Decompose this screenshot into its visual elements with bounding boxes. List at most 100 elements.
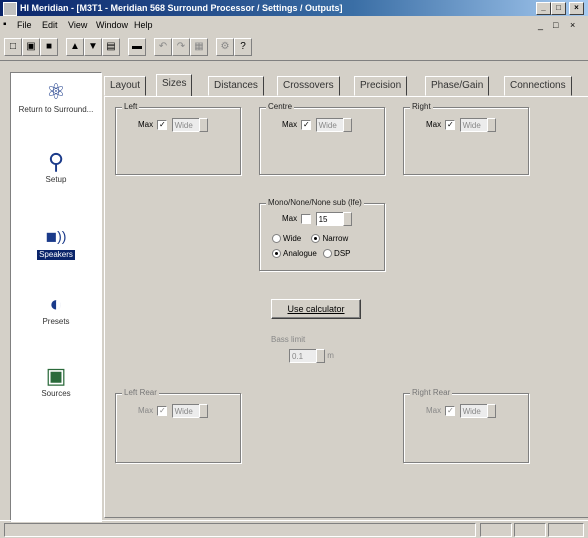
status-pane-2 — [514, 523, 546, 537]
spin-buttons[interactable] — [486, 404, 496, 418]
menu-window[interactable]: Window — [96, 17, 128, 33]
download-icon[interactable]: ▼ — [84, 38, 102, 56]
mdi-icon[interactable]: ▪ — [3, 17, 7, 33]
tab-layout[interactable]: Layout — [104, 76, 147, 96]
unit-label: m — [327, 351, 334, 361]
size-spinbox[interactable]: Wide — [171, 404, 200, 418]
sidebar-item-label: Sources — [41, 389, 71, 398]
size-spinbox[interactable]: Wide — [459, 404, 488, 418]
menu-file[interactable]: File — [17, 17, 32, 33]
max-label: Max — [138, 120, 154, 130]
spin-buttons[interactable] — [316, 349, 325, 363]
print-icon[interactable]: ▤ — [102, 38, 120, 56]
right-rear-speaker-group: Right Rear Max ✓ Wide — [403, 388, 529, 463]
status-pane-3 — [548, 523, 584, 537]
max-label: Max — [426, 120, 442, 130]
device-icon[interactable]: ▬ — [128, 38, 146, 56]
app-icon[interactable] — [3, 2, 17, 16]
tab-sizes[interactable]: Sizes — [156, 74, 193, 96]
max-checkbox[interactable]: ✓ — [157, 120, 168, 130]
redo-icon[interactable]: ↷ — [172, 38, 190, 56]
speaker-return-icon: ⚛ — [46, 79, 66, 104]
max-checkbox[interactable]: ✓ — [301, 120, 312, 130]
settings-icon[interactable]: ⚙ — [216, 38, 234, 56]
close-button[interactable]: × — [569, 2, 584, 15]
analogue-label: Analogue — [283, 249, 317, 258]
wide-radio[interactable] — [272, 234, 281, 244]
max-checkbox[interactable] — [301, 214, 312, 224]
monitor-icon: ▣ — [45, 363, 67, 388]
spin-buttons[interactable] — [342, 118, 352, 132]
max-label: Max — [282, 120, 298, 130]
title-bar: HI Meridian - [M3T1 - Meridian 568 Surro… — [0, 0, 588, 16]
maximize-button[interactable]: □ — [551, 2, 566, 15]
bass-limit-label: Bass limit — [271, 335, 306, 344]
mdi-minimize-button[interactable]: _ — [538, 17, 543, 33]
menu-help[interactable]: Help — [134, 17, 153, 33]
spin-buttons[interactable] — [342, 212, 352, 226]
dsp-label: DSP — [334, 249, 351, 258]
spin-buttons[interactable] — [486, 118, 496, 132]
narrow-label: Narrow — [322, 234, 349, 243]
group-label: Centre — [266, 102, 295, 111]
sidebar-item-presets[interactable]: ◐ Presets — [11, 291, 101, 327]
toolbar: □ ▣ ■ ▲ ▼ ▤ ▬ ↶ ↷ ▦ ⚙ ? — [0, 34, 588, 61]
use-calculator-label: Use calculator — [287, 304, 345, 314]
sub-speaker-group: Mono/None/None sub (lfe) Max 15 Wide Nar… — [259, 198, 385, 271]
sidebar-item-setup[interactable]: ⚲ Setup — [11, 149, 101, 185]
use-calculator-button[interactable]: Use calculator — [271, 299, 361, 319]
open-icon[interactable]: ▣ — [22, 38, 40, 56]
spin-buttons[interactable] — [198, 118, 208, 132]
right-speaker-group: Right Max ✓ Wide — [403, 102, 529, 175]
tab-phase-gain[interactable]: Phase/Gain — [425, 76, 490, 96]
group-label: Right Rear — [410, 388, 453, 397]
max-checkbox[interactable]: ✓ — [157, 406, 168, 416]
max-checkbox[interactable]: ✓ — [445, 120, 456, 130]
narrow-radio[interactable] — [311, 234, 321, 244]
tab-precision[interactable]: Precision — [354, 76, 408, 96]
dsp-radio[interactable] — [323, 249, 333, 259]
sidebar-item-label: Return to Surround... — [18, 105, 94, 114]
sidebar: ⚛ Return to Surround... ⚲ Setup ◼)) Spea… — [10, 72, 102, 522]
group-label: Right — [410, 102, 433, 111]
spin-buttons[interactable] — [198, 404, 208, 418]
status-pane-main — [4, 523, 476, 537]
max-checkbox[interactable]: ✓ — [445, 406, 456, 416]
sidebar-item-speakers[interactable]: ◼)) Speakers — [11, 223, 101, 260]
tab-crossovers[interactable]: Crossovers — [277, 76, 340, 96]
tab-connections[interactable]: Connections — [504, 76, 572, 96]
save-icon[interactable]: ■ — [40, 38, 58, 56]
menu-edit[interactable]: Edit — [42, 17, 58, 33]
ear-icon: ◐ — [49, 291, 63, 316]
menu-view[interactable]: View — [68, 17, 87, 33]
max-label: Max — [282, 214, 298, 224]
sidebar-item-label: Speakers — [37, 250, 75, 260]
size-spinbox[interactable]: Wide — [459, 118, 488, 132]
sidebar-item-sources[interactable]: ▣ Sources — [11, 363, 101, 399]
size-spinbox[interactable]: Wide — [315, 118, 344, 132]
size-spinbox[interactable]: Wide — [171, 118, 200, 132]
copy-icon[interactable]: ▦ — [190, 38, 208, 56]
max-label: Max — [138, 406, 154, 416]
mdi-restore-button[interactable]: □ — [553, 17, 558, 33]
wide-label: Wide — [283, 234, 302, 243]
left-speaker-group: Left Max ✓ Wide — [115, 102, 241, 175]
help-icon[interactable]: ? — [234, 38, 252, 56]
centre-speaker-group: Centre Max ✓ Wide — [259, 102, 385, 175]
mdi-close-button[interactable]: × — [570, 17, 575, 33]
new-icon[interactable]: □ — [4, 38, 22, 56]
bass-limit-spinbox[interactable]: 0.1 — [289, 349, 317, 363]
analogue-radio[interactable] — [272, 249, 281, 259]
upload-icon[interactable]: ▲ — [66, 38, 84, 56]
group-label: Left — [122, 102, 140, 111]
magnifier-icon: ⚲ — [47, 149, 65, 174]
undo-icon[interactable]: ↶ — [154, 38, 172, 56]
status-bar — [0, 520, 588, 538]
sidebar-item-label: Setup — [45, 175, 67, 184]
sidebar-item-label: Presets — [42, 317, 70, 326]
sidebar-item-return[interactable]: ⚛ Return to Surround... — [11, 79, 101, 115]
minimize-button[interactable]: _ — [536, 2, 551, 15]
status-pane-1 — [480, 523, 512, 537]
size-spinbox[interactable]: 15 — [315, 212, 344, 226]
tab-distances[interactable]: Distances — [208, 76, 264, 96]
